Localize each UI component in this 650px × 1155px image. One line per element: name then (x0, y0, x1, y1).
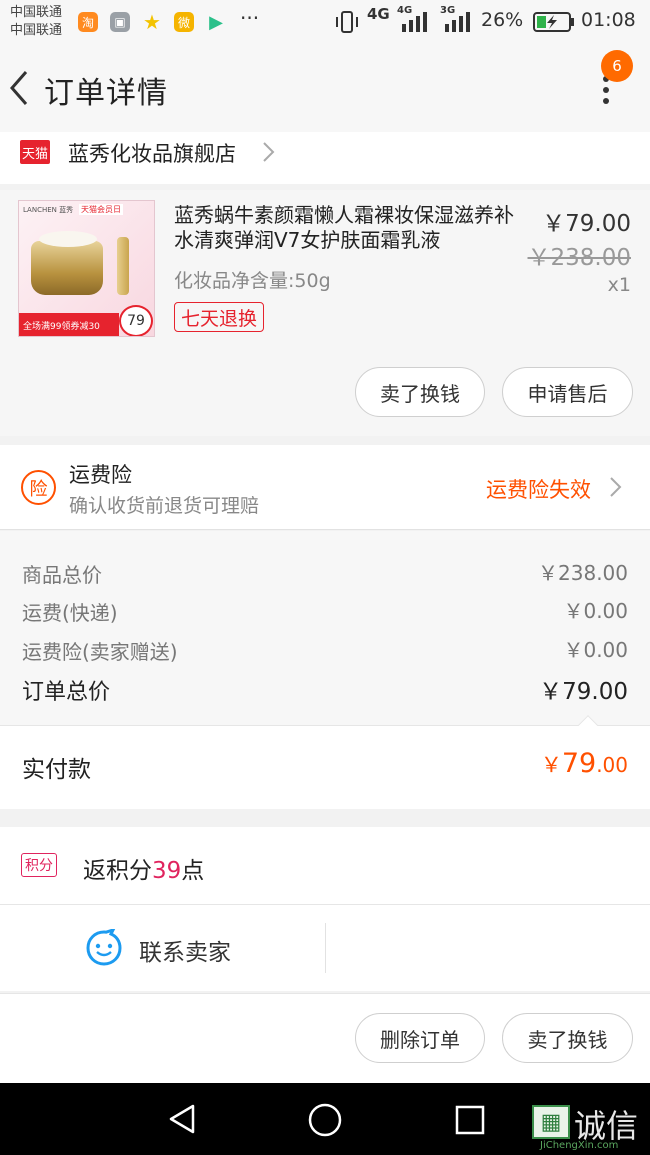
insurance-icon: 险 (21, 470, 56, 505)
tmall-badge: 天猫 (20, 140, 50, 164)
watermark-subtext: JiChengXin.com (540, 1140, 619, 1151)
carrier-name-2: 中国联通 (10, 23, 63, 38)
amount-paid-decimal: .00 (596, 753, 628, 777)
product-image-price-badge: 79 (119, 305, 153, 336)
shipping-insurance-row[interactable]: 险 运费险 确认收货前退货可理赔 运费险失效 (0, 445, 650, 530)
order-total-label: 订单总价 (22, 680, 111, 705)
amount-paid-integer: 79 (561, 748, 597, 779)
points-tag: 积分 (21, 853, 57, 877)
amount-paid-value: ￥79.00 (541, 748, 628, 779)
amount-paid-symbol: ￥ (540, 753, 562, 777)
home-nav-icon[interactable] (307, 1102, 343, 1138)
battery-charging-icon (533, 12, 574, 32)
order-total-value: ￥79.00 (539, 679, 628, 705)
product-spec: 化妆品净含量:50g (174, 270, 331, 292)
cream-jar-lid-graphic (39, 231, 97, 247)
cream-jar-graphic (31, 241, 103, 295)
taobao-app-icon: 淘 (78, 12, 98, 32)
vibrate-icon (336, 11, 358, 33)
system-nav-bar: ▦ 诚信 JiChengXin.com (0, 1083, 650, 1155)
clock: 01:08 (581, 9, 636, 31)
price-summary: 商品总价 ￥238.00 运费(快递) ￥0.00 运费险(卖家赠送) ￥0.0… (0, 531, 650, 725)
contact-seller-label: 联系卖家 (139, 940, 231, 966)
points-row: 积分 返积分39点 (0, 827, 650, 905)
shop-row[interactable]: 天猫 蓝秀化妆品旗舰店 (0, 132, 650, 184)
message-count-badge: 6 (601, 50, 633, 82)
contact-seller-button[interactable]: 联系卖家 (0, 905, 325, 991)
product-quantity: x1 (607, 274, 631, 296)
order-actions-bar: 删除订单 卖了换钱 (0, 993, 650, 1083)
watermark-logo: ▦ (532, 1105, 570, 1139)
summary-value: ￥238.00 (538, 561, 628, 585)
seven-day-return-tag: 七天退换 (174, 302, 265, 332)
status-bar: 中国联通 中国联通 淘 ▣ ★ 微 ▶ ··· 4G 4G 3G 26% 01:… (0, 0, 650, 44)
insurance-status[interactable]: 运费险失效 (486, 474, 591, 504)
product-image-banner: 全场满99领券减30 (19, 313, 119, 336)
chat-bubble-icon (86, 929, 122, 966)
sell-for-cash-button[interactable]: 卖了换钱 (355, 367, 485, 417)
app-header: 订单详情 (0, 44, 650, 132)
summary-value: ￥0.00 (563, 599, 628, 623)
contact-row: 联系卖家 (0, 905, 650, 991)
video-app-icon: ▶ (209, 11, 223, 33)
recents-nav-icon[interactable] (453, 1103, 487, 1137)
chevron-right-icon (610, 477, 622, 497)
points-value: 39 (152, 858, 182, 884)
shop-name[interactable]: 蓝秀化妆品旗舰店 (68, 138, 236, 168)
insurance-title: 运费险 (69, 463, 132, 487)
product-price: ￥79.00 (542, 211, 631, 237)
amount-paid-label: 实付款 (22, 757, 91, 783)
product-image-brand: LANCHEN 蓝秀 (23, 206, 74, 214)
lipstick-graphic (117, 237, 129, 295)
signal-strength-icon (445, 12, 470, 32)
insurance-subtitle: 确认收货前退货可理赔 (69, 495, 260, 517)
page-title: 订单详情 (44, 76, 168, 111)
sell-for-cash-button[interactable]: 卖了换钱 (502, 1013, 633, 1063)
battery-percent: 26% (481, 9, 524, 31)
points-suffix: 点 (181, 858, 205, 884)
divider (325, 923, 326, 973)
carrier-name-1: 中国联通 (10, 5, 63, 20)
request-aftersale-button[interactable]: 申请售后 (502, 367, 633, 417)
back-nav-icon[interactable] (165, 1102, 199, 1136)
back-arrow-icon[interactable] (6, 68, 32, 108)
more-notifications-icon: ··· (240, 6, 260, 30)
summary-label: 商品总价 (22, 563, 102, 587)
chevron-right-icon (263, 142, 275, 162)
amount-paid-row: 实付款 ￥79.00 (0, 715, 650, 809)
summary-label: 运费(快递) (22, 601, 118, 625)
summary-value: ￥0.00 (563, 638, 628, 662)
delete-order-button[interactable]: 删除订单 (355, 1013, 485, 1063)
product-title[interactable]: 蓝秀蜗牛素颜霜懒人霜裸妆保湿滋养补水清爽弹润V7女护肤面霜乳液 (174, 203, 524, 253)
product-card[interactable]: LANCHEN 蓝秀 天猫会员日 全场满99领券减30 79 蓝秀蜗牛素颜霜懒人… (0, 190, 650, 436)
product-image[interactable]: LANCHEN 蓝秀 天猫会员日 全场满99领券减30 79 (18, 200, 155, 337)
product-image-tag: 天猫会员日 (79, 204, 123, 215)
points-prefix: 返积分 (83, 858, 152, 884)
product-original-price: ￥238.00 (527, 245, 631, 271)
network-type-label: 4G (367, 5, 390, 23)
points-text: 返积分39点 (83, 851, 204, 885)
gallery-app-icon: ▣ (110, 12, 130, 32)
weibo-app-icon: 微 (174, 12, 194, 32)
star-app-icon: ★ (143, 10, 161, 34)
summary-label: 运费险(卖家赠送) (22, 640, 178, 664)
signal-strength-icon (402, 12, 427, 32)
